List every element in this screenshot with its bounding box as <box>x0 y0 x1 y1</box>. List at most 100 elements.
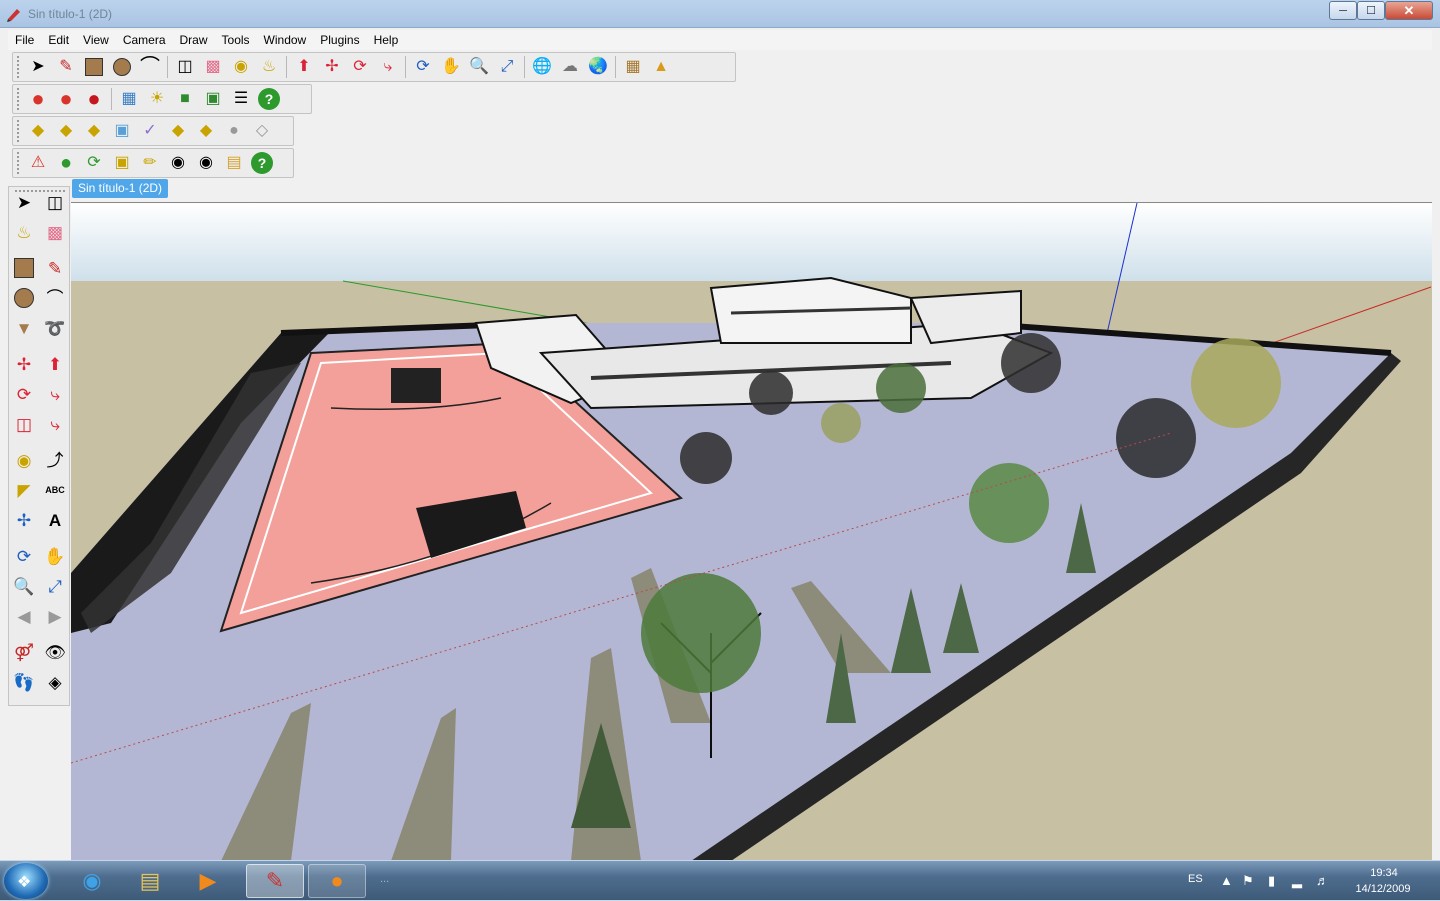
green-ball-icon[interactable]: ● <box>52 149 80 177</box>
menu-view[interactable]: View <box>76 30 116 50</box>
taskbar-media-player[interactable]: ▶ <box>186 864 230 898</box>
tag-tool-1-icon[interactable]: ◆ <box>24 117 52 145</box>
taskbar-explorer[interactable]: ▤ <box>128 864 172 898</box>
light-icon[interactable]: ☀ <box>143 85 171 113</box>
polygon-tool-icon[interactable]: ▼ <box>9 313 39 343</box>
menu-tools[interactable]: Tools <box>215 30 257 50</box>
menu-edit[interactable]: Edit <box>41 30 76 50</box>
orbit-tool-icon[interactable]: ⟳ <box>409 53 437 81</box>
follow-me-icon[interactable]: ⤷ <box>40 379 70 409</box>
title-bar[interactable]: Sin título-1 (2D) ─ ☐ ✕ <box>0 0 1440 28</box>
tag-tool-3-icon[interactable]: ◆ <box>80 117 108 145</box>
next-view-icon[interactable]: ▶ <box>40 601 70 631</box>
add-location-icon[interactable]: ▦ <box>619 53 647 81</box>
push-pull-icon[interactable]: ⬆ <box>40 349 70 379</box>
eraser-tool-icon[interactable]: ▩ <box>40 217 70 247</box>
toolbar-grip[interactable] <box>17 56 21 78</box>
scale-tool-icon[interactable]: ◫ <box>9 409 39 439</box>
shadow-red-2-icon[interactable]: ● <box>52 85 80 113</box>
materials-icon[interactable]: ▦ <box>115 85 143 113</box>
section-plane-icon[interactable]: ◈ <box>40 667 70 697</box>
help-icon[interactable]: ? <box>255 85 283 113</box>
get-models-icon[interactable]: 🌐 <box>528 53 556 81</box>
menu-help[interactable]: Help <box>367 30 406 50</box>
check-icon[interactable]: ✓ <box>136 117 164 145</box>
pan-tool-icon[interactable]: ✋ <box>437 53 465 81</box>
previous-view-icon[interactable]: ◀ <box>9 601 39 631</box>
folder-icon[interactable]: ▤ <box>220 149 248 177</box>
shadow-red-3-icon[interactable]: ● <box>80 85 108 113</box>
menu-file[interactable]: File <box>8 30 41 50</box>
eraser-tool-icon[interactable]: ▩ <box>199 53 227 81</box>
rotate-tool-icon[interactable]: ⟳ <box>346 53 374 81</box>
arc-tool-icon[interactable]: ⌒ <box>136 53 164 81</box>
refresh-icon[interactable]: ⟳ <box>80 149 108 177</box>
tag-tool-6-icon[interactable]: ◇ <box>248 117 276 145</box>
3d-viewport[interactable] <box>71 202 1432 860</box>
look-around-icon[interactable]: 👁 <box>40 637 70 667</box>
language-indicator[interactable]: ES <box>1188 873 1203 885</box>
clipboard-icon[interactable]: ▣ <box>108 149 136 177</box>
tag-tool-5-icon[interactable]: ◆ <box>192 117 220 145</box>
zoom-tool-icon[interactable]: 🔍 <box>465 53 493 81</box>
zoom-window-icon[interactable]: ⤢ <box>40 571 70 601</box>
rotate-tool-icon[interactable]: ⟳ <box>9 379 39 409</box>
toolbar-grip[interactable] <box>17 152 21 174</box>
text-tool-icon[interactable]: ABC <box>40 475 70 505</box>
move-tool-icon[interactable]: ✢ <box>318 53 346 81</box>
make-component-icon[interactable]: ◫ <box>171 53 199 81</box>
camera-icon[interactable]: ◉ <box>192 149 220 177</box>
brush-icon[interactable]: ✏ <box>136 149 164 177</box>
taskbar-sketchup[interactable]: ✎ <box>246 864 304 898</box>
walk-tool-icon[interactable]: 👣 <box>9 667 39 697</box>
axes-tool-icon[interactable]: ✢ <box>9 505 39 535</box>
pencil-tool-icon[interactable]: ✎ <box>40 253 70 283</box>
network-icon[interactable]: ▂ <box>1292 873 1302 889</box>
follow-me-icon[interactable]: ⤷ <box>374 53 402 81</box>
menu-draw[interactable]: Draw <box>173 30 215 50</box>
zoom-tool-icon[interactable]: 🔍 <box>9 571 39 601</box>
select-tool-icon[interactable]: ➤ <box>9 187 39 217</box>
push-pull-icon[interactable]: ⬆ <box>290 53 318 81</box>
menu-window[interactable]: Window <box>257 30 314 50</box>
position-camera-icon[interactable]: ⚤ <box>9 637 39 667</box>
document-tab[interactable]: Sin título-1 (2D) <box>72 179 169 198</box>
sliders-icon[interactable]: ☰ <box>227 85 255 113</box>
orbit-tool-icon[interactable]: ⟳ <box>9 541 39 571</box>
3d-text-icon[interactable]: A <box>40 505 70 535</box>
select-tool-icon[interactable]: ➤ <box>24 53 52 81</box>
freehand-tool-icon[interactable]: ➰ <box>40 313 70 343</box>
rectangle-tool-icon[interactable] <box>80 53 108 81</box>
tag-tool-2-icon[interactable]: ◆ <box>52 117 80 145</box>
cube-icon[interactable]: ▣ <box>108 117 136 145</box>
clock-time[interactable]: 19:34 <box>1348 867 1420 879</box>
zoom-extents-icon[interactable]: ⤢ <box>493 53 521 81</box>
power-icon[interactable]: ▮ <box>1268 873 1275 889</box>
protractor-icon[interactable]: ◤ <box>9 475 39 505</box>
show-hidden-icons-icon[interactable]: ▲ <box>1220 873 1233 888</box>
pencil-tool-icon[interactable]: ✎ <box>52 53 80 81</box>
tape-measure-icon[interactable]: ◉ <box>227 53 255 81</box>
move-tool-icon[interactable]: ✢ <box>9 349 39 379</box>
action-center-icon[interactable]: ⚑ <box>1242 873 1254 889</box>
menu-plugins[interactable]: Plugins <box>313 30 366 50</box>
photo-textures-icon[interactable]: ▲ <box>647 53 675 81</box>
pin-icon[interactable]: ◉ <box>164 149 192 177</box>
paint-bucket-icon[interactable]: ♨ <box>255 53 283 81</box>
menu-camera[interactable]: Camera <box>116 30 173 50</box>
circle-tool-icon[interactable] <box>9 283 39 313</box>
help-2-icon[interactable]: ? <box>248 149 276 177</box>
image-icon[interactable]: ▣ <box>199 85 227 113</box>
volume-icon[interactable]: ♬ <box>1316 873 1329 888</box>
tape-measure-icon[interactable]: ◉ <box>9 445 39 475</box>
sphere-icon[interactable]: ● <box>220 117 248 145</box>
warning-icon[interactable]: ⚠ <box>24 149 52 177</box>
circle-tool-icon[interactable] <box>108 53 136 81</box>
toolbar-grip[interactable] <box>17 120 21 142</box>
taskbar-firefox[interactable]: ● <box>308 864 366 898</box>
share-model-icon[interactable]: 🌏 <box>584 53 612 81</box>
maximize-button[interactable]: ☐ <box>1357 1 1385 20</box>
close-button[interactable]: ✕ <box>1385 1 1433 20</box>
tag-tool-4-icon[interactable]: ◆ <box>164 117 192 145</box>
minimize-button[interactable]: ─ <box>1329 1 1357 20</box>
